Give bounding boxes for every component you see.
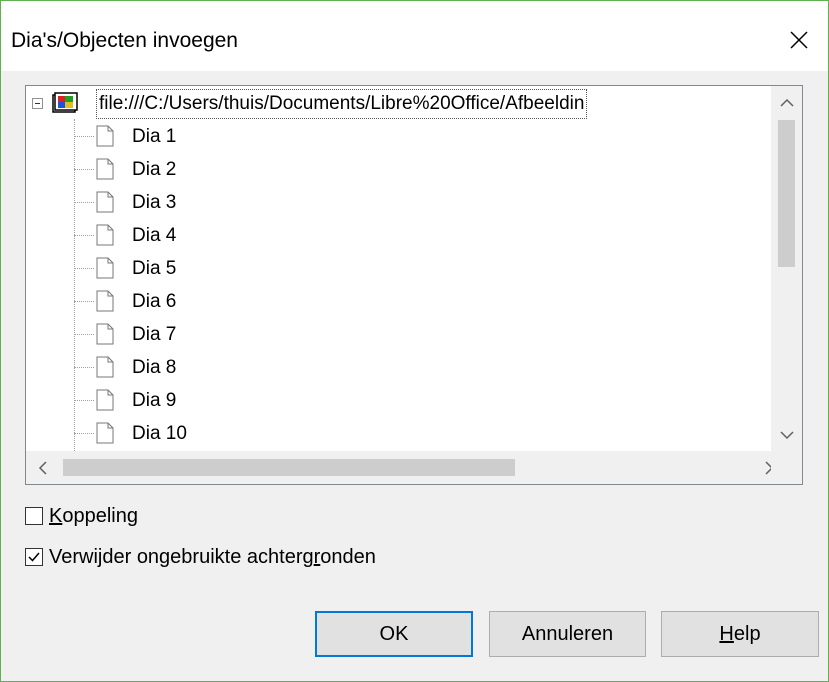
vertical-scrollbar[interactable]: [771, 86, 802, 451]
tree-item-label: Dia 5: [132, 258, 177, 279]
tree-item[interactable]: Dia 1: [74, 120, 774, 153]
page-icon: [96, 389, 114, 411]
tree-item[interactable]: Dia 10: [74, 417, 774, 450]
link-label-post: oppeling: [62, 504, 138, 527]
scroll-left-button[interactable]: [26, 451, 59, 484]
page-icon: [96, 290, 114, 312]
page-icon: [96, 125, 114, 147]
horizontal-scrollbar[interactable]: [26, 451, 795, 484]
page-icon: [96, 422, 114, 444]
tree-item-label: Dia 9: [132, 390, 177, 411]
scroll-left-icon: [38, 460, 47, 475]
tree-connector: [74, 367, 94, 368]
link-label[interactable]: Koppeling: [49, 505, 138, 528]
close-icon: [790, 31, 808, 49]
presentation-icon: [52, 92, 78, 113]
tree-item[interactable]: Dia 3: [74, 186, 774, 219]
help-label-rest: elp: [733, 622, 761, 645]
cancel-button[interactable]: Annuleren: [489, 611, 646, 657]
dialog-body: file:///C:/Users/thuis/Documents/Libre%2…: [1, 71, 828, 681]
tree-viewport: file:///C:/Users/thuis/Documents/Libre%2…: [26, 86, 795, 451]
slides-tree[interactable]: file:///C:/Users/thuis/Documents/Libre%2…: [25, 85, 803, 485]
tree-connector: [74, 268, 94, 269]
link-option[interactable]: Koppeling: [25, 502, 138, 530]
checkmark-icon: [28, 552, 40, 562]
tree-item[interactable]: Dia 5: [74, 252, 774, 285]
tree-item[interactable]: Dia 8: [74, 351, 774, 384]
page-icon: [96, 158, 114, 180]
tree-item-label: Dia 6: [132, 291, 177, 312]
tree-item[interactable]: Dia 9: [74, 384, 774, 417]
link-checkbox[interactable]: [25, 507, 43, 525]
tree-root-row[interactable]: file:///C:/Users/thuis/Documents/Libre%2…: [26, 89, 795, 119]
page-icon: [96, 323, 114, 345]
page-icon: [96, 191, 114, 213]
remove-backgrounds-option[interactable]: Verwijder ongebruikte achtergronden: [25, 543, 376, 571]
tree-connector: [74, 301, 94, 302]
scroll-down-icon: [779, 430, 794, 439]
close-button[interactable]: [770, 15, 828, 65]
tree-item[interactable]: Dia 7: [74, 318, 774, 351]
page-icon: [96, 356, 114, 378]
tree-connector: [74, 202, 94, 203]
scroll-up-button[interactable]: [771, 86, 802, 119]
remove-backgrounds-label[interactable]: Verwijder ongebruikte achtergronden: [49, 546, 376, 569]
tree-connector: [74, 235, 94, 236]
tree-item[interactable]: Dia 4: [74, 219, 774, 252]
scroll-up-icon: [779, 98, 794, 107]
help-button[interactable]: Help: [661, 611, 819, 657]
horizontal-scroll-thumb[interactable]: [63, 459, 515, 476]
insert-slides-dialog: Dia's/Objecten invoegen file:///C:/Users…: [0, 0, 829, 682]
collapse-icon[interactable]: [32, 98, 43, 109]
tree-item-label: Dia 10: [132, 423, 187, 444]
vertical-scroll-thumb[interactable]: [778, 120, 795, 267]
link-label-accel: K: [49, 504, 63, 527]
tree-connector: [74, 169, 94, 170]
tree-item-label: Dia 2: [132, 159, 177, 180]
tree-connector: [74, 334, 94, 335]
page-icon: [96, 257, 114, 279]
scroll-down-button[interactable]: [771, 418, 802, 451]
page-icon: [96, 224, 114, 246]
remove-backgrounds-checkbox[interactable]: [25, 548, 43, 566]
dialog-title: Dia's/Objecten invoegen: [11, 29, 238, 52]
tree-connector: [74, 136, 94, 137]
root-file-label[interactable]: file:///C:/Users/thuis/Documents/Libre%2…: [96, 89, 588, 119]
title-bar: Dia's/Objecten invoegen: [1, 1, 828, 71]
scrollbar-corner: [771, 451, 802, 484]
tree-item-label: Dia 1: [132, 126, 177, 147]
tree-item-label: Dia 8: [132, 357, 177, 378]
remove-backgrounds-label-post: onden: [320, 545, 376, 568]
tree-item[interactable]: Dia 6: [74, 285, 774, 318]
tree-item-label: Dia 3: [132, 192, 177, 213]
remove-backgrounds-label-pre: Verwijder ongebruikte achterg: [49, 545, 314, 568]
tree-item[interactable]: Dia 2: [74, 153, 774, 186]
tree-item-label: Dia 4: [132, 225, 177, 246]
ok-button[interactable]: OK: [315, 611, 473, 657]
help-label-accel: H: [719, 622, 734, 645]
tree-connector: [74, 433, 94, 434]
tree-item-label: Dia 7: [132, 324, 177, 345]
tree-connector: [74, 400, 94, 401]
